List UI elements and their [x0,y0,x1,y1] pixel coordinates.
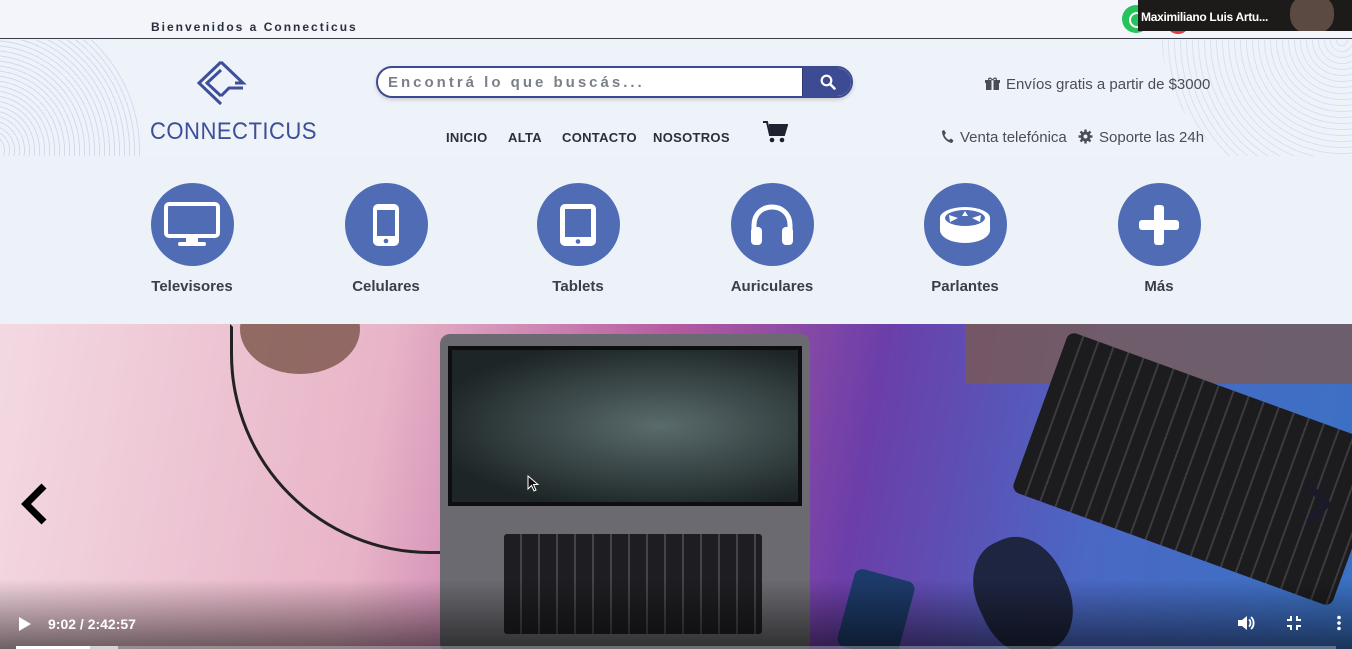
category-parlantes[interactable]: Parlantes [895,183,1035,295]
category-label[interactable]: Celulares [316,278,456,295]
category-televisores[interactable]: Televisores [122,183,262,295]
category-circle[interactable] [1117,183,1201,266]
category-circle[interactable] [730,183,814,266]
video-call-overlay: Maximiliano Luis Artu... [1138,0,1352,31]
category-tablets[interactable]: Tablets [508,183,648,295]
nav-nosotros[interactable]: NOSOTROS [653,130,730,145]
plus-icon [1139,204,1179,245]
search-icon [820,74,836,90]
nav-inicio[interactable]: INICIO [446,130,488,145]
video-time: 9:02 / 2:42:57 [48,616,136,632]
phone-text: Venta telefónica [960,129,1067,146]
category-circle[interactable] [923,183,1007,266]
category-bar: Televisores Celulares Tablets Auriculare… [0,156,1352,324]
nav-contacto[interactable]: CONTACTO [562,130,637,145]
category-circle[interactable] [344,183,428,266]
play-icon[interactable] [18,616,32,632]
mouse-cursor-icon [527,475,539,492]
category-label[interactable]: Parlantes [895,278,1035,295]
gear-icon [1078,129,1093,144]
participant-name: Maximiliano Luis Artu... [1141,10,1269,24]
category-circle[interactable] [150,183,234,266]
speaker-icon [940,206,990,243]
search-input[interactable] [378,68,804,96]
hero-banner-video[interactable]: 9:02 / 2:42:57 [0,324,1352,649]
tv-icon [164,201,220,246]
nav-alta[interactable]: ALTA [508,130,542,145]
fullscreen-exit-icon[interactable] [1286,615,1302,631]
category-auriculares[interactable]: Auriculares [702,183,842,295]
headphones-icon [751,203,793,245]
shipping-info: Envíos gratis a partir de $3000 [985,76,1210,93]
tablet-icon [560,203,596,246]
search-button[interactable] [802,68,851,96]
support-info[interactable]: Soporte las 24h [1078,129,1204,146]
welcome-text: Bienvenidos a Connecticus [151,20,358,34]
participant-video [1290,0,1334,31]
category-label[interactable]: Auriculares [702,278,842,295]
more-options-icon[interactable] [1336,615,1342,631]
phone-sales[interactable]: Venta telefónica [941,129,1067,146]
site-header: CONNECTICUS INICIO ALTA CONTACTO NOSOTRO… [0,40,1352,156]
category-circle[interactable] [536,183,620,266]
phone-icon [942,130,954,143]
cart-icon[interactable] [762,120,788,144]
category-celulares[interactable]: Celulares [316,183,456,295]
category-label[interactable]: Más [1089,278,1229,295]
volume-icon[interactable] [1237,615,1255,631]
logo-icon[interactable] [195,60,247,106]
shipping-text: Envíos gratis a partir de $3000 [1006,76,1211,93]
brand-name[interactable]: CONNECTICUS [150,118,317,146]
support-text: Soporte las 24h [1099,129,1205,146]
chevron-left-icon[interactable] [20,482,50,526]
category-label[interactable]: Televisores [122,278,262,295]
search-bar [376,66,853,98]
chevron-right-icon[interactable] [1303,482,1333,526]
video-controls-gradient [0,579,1352,649]
category-label[interactable]: Tablets [508,278,648,295]
gift-icon [985,77,1000,90]
decorative-arcs-left [0,40,140,156]
mobile-icon [373,203,399,246]
laptop-screen [448,346,802,506]
category-mas[interactable]: Más [1089,183,1229,295]
